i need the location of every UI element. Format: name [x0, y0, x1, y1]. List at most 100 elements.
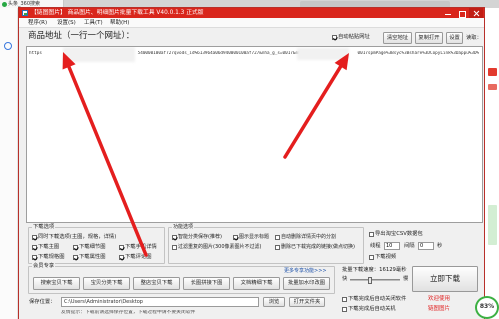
open-folder-button[interactable]: 打开文件夹 [289, 297, 325, 307]
checkbox[interactable] [73, 245, 78, 250]
search-item-download-button[interactable]: 搜索宝贝下载 [33, 277, 80, 290]
checkbox[interactable] [275, 245, 280, 250]
menu-help[interactable]: 帮助(H) [110, 18, 129, 28]
checkbox[interactable] [342, 297, 347, 302]
checkbox[interactable] [119, 245, 124, 250]
checkbox[interactable] [369, 232, 374, 237]
opt-review-image[interactable]: 下载评论图 [119, 254, 152, 261]
checkbox[interactable] [172, 245, 177, 250]
category-download-button[interactable]: 宝贝分类下载 [83, 277, 130, 290]
wait-label: 间隔 [404, 243, 415, 249]
read-count-label: 读取： [466, 35, 482, 41]
browse-button[interactable]: 浏览 [263, 297, 285, 307]
group-title: 功能选项 [172, 224, 195, 231]
title-bar[interactable]: 【链图图片】 商品图片、明细图片批量下载工具 V40.0.1.3 正式版 [19, 8, 484, 18]
save-path-field[interactable] [61, 297, 259, 307]
checkbox[interactable] [119, 255, 124, 260]
download-now-button[interactable]: 立即下载 [412, 266, 478, 292]
opt-remove-divider[interactable]: 自动删除详情页中的分割 [275, 234, 336, 241]
extra-options: 导出淘宝CSV数据包 线程 间隔 秒 下载视频 [367, 227, 482, 264]
browser-sidebar-icon[interactable] [4, 42, 12, 50]
checkbox-label: 下载主图 [38, 244, 60, 250]
auto-paste-option[interactable]: 自动粘贴网址 [332, 34, 370, 41]
opt-shutdown-after-download[interactable]: 下载完成后自动关机 [342, 306, 396, 313]
minimize-icon[interactable] [441, 8, 455, 18]
app-icon [22, 10, 28, 16]
menu-program[interactable]: 程序(R) [28, 18, 47, 28]
checkbox[interactable] [233, 235, 238, 240]
welcome-subtext[interactable]: 链图图片 [428, 306, 450, 313]
settings-button[interactable]: 设置 [446, 32, 463, 44]
status-hint: 友情提示：下载前请选择保存位置，下载过程中请不要关闭软件 [61, 310, 196, 315]
clear-address-button[interactable]: 清空地址 [383, 32, 412, 44]
opt-export-csv[interactable]: 导出淘宝CSV数据包 [369, 231, 423, 238]
welcome-text[interactable]: 欢迎使用 [428, 296, 450, 303]
opt-spec-image[interactable]: 下载规格图 [32, 254, 65, 261]
menu-settings[interactable]: 设置(S) [57, 18, 76, 28]
blurred-region [63, 47, 135, 62]
speed-slider[interactable] [350, 277, 400, 284]
address-label: 商品地址（一行一个网址）： [28, 31, 135, 41]
percent-badge[interactable]: 83% [475, 296, 499, 319]
checkbox[interactable] [275, 235, 280, 240]
copy-open-button[interactable]: 复制打开 [415, 32, 443, 44]
checkbox[interactable] [332, 35, 337, 40]
checkbox-label: 下载属性图 [79, 254, 106, 260]
document-download-button[interactable]: 文档精细下载 [233, 277, 280, 290]
thread-count-input[interactable] [384, 242, 400, 250]
opt-smart-sort[interactable]: 智能分类保存(推荐) [172, 234, 222, 241]
download-speed-label: 批量下载速度：16129毫秒 [342, 267, 407, 273]
wait-seconds-input[interactable] [418, 242, 434, 250]
opt-show-title[interactable]: 图示显示标题 [233, 234, 269, 241]
page-green-panel [488, 205, 497, 245]
close-icon[interactable] [469, 8, 483, 18]
checkbox-label: 下载细节图 [79, 244, 106, 250]
download-options-group: 下载选项 同时下载选项(主图，规格，详情) 下载主图 下载细节图 下载手机详情 … [28, 224, 165, 264]
opt-filter-duplicates[interactable]: 过滤重复的图片(300像素图片不过滤) [172, 244, 261, 251]
app-window: 【链图图片】 商品图片、明细图片批量下载工具 V40.0.1.3 正式版 程序(… [18, 7, 485, 319]
checkbox-label: 删除已下载完成的链接(做点切换) [281, 244, 355, 250]
checkbox-label: 自动粘贴网址 [338, 34, 370, 40]
page-red-badge [488, 68, 497, 76]
blurred-region [297, 48, 349, 60]
checkbox-label: 下载视频 [375, 254, 397, 260]
checkbox[interactable] [32, 235, 37, 240]
checkbox-label: 自动删除详情页中的分割 [281, 234, 337, 240]
menu-bar: 程序(R) 设置(S) 工具(T) 帮助(H) [19, 18, 484, 28]
thread-label: 线程 [370, 243, 381, 249]
browser-sidebar [0, 8, 18, 319]
speed-slider-thumb[interactable] [368, 277, 372, 284]
checkbox[interactable] [32, 255, 37, 260]
opt-download-all[interactable]: 同时下载选项(主图，规格，详情) [32, 234, 116, 241]
checkbox-label: 智能分类保存(推荐) [178, 234, 222, 240]
checkbox-label: 下载完成后自动关机 [348, 306, 396, 312]
opt-delete-finished[interactable]: 删除已下载完成的链接(做点切换) [275, 244, 355, 251]
checkbox-label: 导出淘宝CSV数据包 [375, 231, 423, 237]
opt-mobile-detail[interactable]: 下载手机详情 [119, 244, 157, 251]
whole-shop-download-button[interactable]: 整店宝贝下载 [133, 277, 180, 290]
url-input[interactable]: https 540000100af727qvods_id%613964a06d9… [26, 46, 483, 223]
checkbox-label: 同时下载选项(主图，规格，详情) [38, 234, 117, 240]
menu-tools[interactable]: 工具(T) [84, 18, 103, 28]
checkbox[interactable] [342, 307, 347, 312]
checkbox-label: 下载完成后自动关闭软件 [348, 296, 407, 302]
opt-close-after-download[interactable]: 下载完成后自动关闭软件 [342, 296, 406, 303]
360-browser-icon [1, 1, 7, 7]
group-title: 会员专享 [32, 263, 56, 270]
checkbox[interactable] [32, 245, 37, 250]
more-features-link[interactable]: 更多专享功能>>> [284, 268, 327, 275]
opt-detail-image[interactable]: 下载细节图 [73, 244, 106, 251]
checkbox[interactable] [369, 255, 374, 260]
checkbox[interactable] [172, 235, 177, 240]
opt-attribute-image[interactable]: 下载属性图 [73, 254, 106, 261]
speed-slow-label: 慢 [403, 276, 409, 282]
long-image-button[interactable]: 长图拼接下图 [183, 277, 230, 290]
maximize-icon[interactable] [455, 8, 469, 18]
window-title: 【链图图片】 商品图片、明细图片批量下载工具 V40.0.1.3 正式版 [31, 10, 204, 16]
checkbox[interactable] [73, 255, 78, 260]
checkbox-label: 过滤重复的图片(300像素图片不过滤) [178, 244, 262, 250]
checkbox-label: 下载规格图 [38, 254, 65, 260]
opt-main-image[interactable]: 下载主图 [32, 244, 59, 251]
watermark-button[interactable]: 批量加水印改图 [283, 277, 330, 290]
opt-download-video[interactable]: 下载视频 [369, 254, 396, 261]
